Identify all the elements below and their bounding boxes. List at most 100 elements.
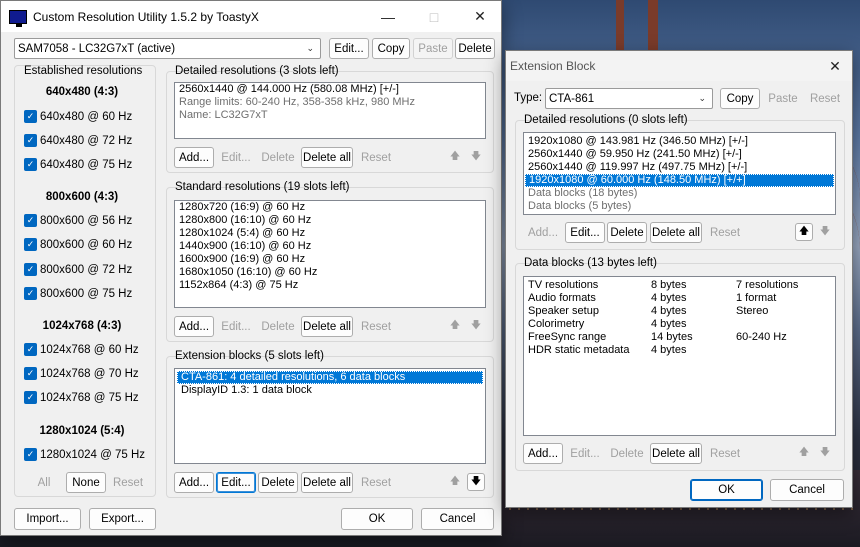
list-item[interactable]: Data blocks (18 bytes) (524, 187, 835, 200)
datablocks-delete-all-button[interactable]: Delete all (650, 443, 702, 464)
group-heading: 800x600 (4:3) (45, 191, 119, 203)
list-cell: 60-240 Hz (736, 331, 787, 343)
res-checkbox-1024x768-75[interactable]: ✓ 1024x768 @ 75 Hz (24, 391, 139, 404)
res-checkbox-640x480-60[interactable]: ✓ 640x480 @ 60 Hz (24, 110, 132, 123)
move-up-icon[interactable]: 🡅 (446, 317, 464, 335)
move-down-icon[interactable]: 🡇 (816, 444, 834, 462)
extension-delete-button[interactable]: Delete (258, 472, 298, 493)
res-checkbox-1024x768-60[interactable]: ✓ 1024x768 @ 60 Hz (24, 343, 139, 356)
minimize-button[interactable]: — (365, 1, 411, 32)
ext-detailed-list[interactable]: 1920x1080 @ 143.981 Hz (346.50 MHz) [+/-… (523, 132, 836, 215)
established-none-button[interactable]: None (66, 472, 106, 493)
detailed-add-button[interactable]: Add... (174, 147, 214, 168)
list-item[interactable]: HDR static metadata (528, 344, 629, 357)
extension-delete-all-button[interactable]: Delete all (301, 472, 353, 493)
res-checkbox-640x480-72[interactable]: ✓ 640x480 @ 72 Hz (24, 134, 132, 147)
datablocks-reset-button[interactable]: Reset (705, 443, 745, 464)
detailed-list[interactable]: 2560x1440 @ 144.000 Hz (580.08 MHz) [+/-… (174, 82, 486, 139)
list-item[interactable]: Colorimetry (528, 318, 629, 331)
standard-edit-button[interactable]: Edit... (217, 316, 255, 337)
list-item[interactable]: 1440x900 (16:10) @ 60 Hz (175, 240, 485, 253)
res-checkbox-800x600-60[interactable]: ✓ 800x600 @ 60 Hz (24, 238, 132, 251)
list-item[interactable]: 1920x1080 @ 143.981 Hz (346.50 MHz) [+/-… (524, 135, 835, 148)
move-up-icon[interactable]: 🡅 (795, 223, 813, 241)
detailed-reset-button[interactable]: Reset (356, 147, 396, 168)
maximize-button[interactable]: □ (411, 1, 457, 32)
standard-add-button[interactable]: Add... (174, 316, 214, 337)
monitor-delete-button[interactable]: Delete (455, 38, 495, 59)
list-item[interactable]: TV resolutions (528, 279, 629, 292)
datablocks-edit-button[interactable]: Edit... (565, 443, 605, 464)
established-reset-button[interactable]: Reset (109, 472, 147, 493)
monitor-copy-button[interactable]: Copy (372, 38, 410, 59)
move-up-icon[interactable]: 🡅 (446, 148, 464, 166)
list-item[interactable]: 1280x1024 (5:4) @ 60 Hz (175, 227, 485, 240)
export-button[interactable]: Export... (89, 508, 156, 530)
list-item[interactable]: 1280x800 (16:10) @ 60 Hz (175, 214, 485, 227)
extension-reset-button[interactable]: Reset (356, 472, 396, 493)
res-checkbox-640x480-75[interactable]: ✓ 640x480 @ 75 Hz (24, 158, 132, 171)
close-button[interactable]: ✕ (457, 1, 503, 32)
extension-edit-button[interactable]: Edit... (216, 472, 256, 493)
list-item[interactable]: Speaker setup (528, 305, 629, 318)
type-copy-button[interactable]: Copy (720, 88, 760, 109)
res-checkbox-800x600-56[interactable]: ✓ 800x600 @ 56 Hz (24, 214, 132, 227)
move-up-icon[interactable]: 🡅 (795, 444, 813, 462)
move-down-icon[interactable]: 🡇 (467, 148, 485, 166)
move-down-icon[interactable]: 🡇 (467, 473, 485, 491)
res-checkbox-1024x768-70[interactable]: ✓ 1024x768 @ 70 Hz (24, 367, 139, 380)
datablocks-list[interactable]: TV resolutions Audio formats Speaker set… (523, 276, 836, 436)
standard-delete-button[interactable]: Delete (258, 316, 298, 337)
ext-detailed-delete-button[interactable]: Delete (607, 222, 647, 243)
import-button[interactable]: Import... (14, 508, 81, 530)
list-item[interactable]: 1600x900 (16:9) @ 60 Hz (175, 253, 485, 266)
list-item[interactable]: 2560x1440 @ 144.000 Hz (580.08 MHz) [+/-… (175, 83, 485, 96)
datablocks-add-button[interactable]: Add... (523, 443, 563, 464)
move-down-icon[interactable]: 🡇 (467, 317, 485, 335)
res-checkbox-1280x1024-75[interactable]: ✓ 1280x1024 @ 75 Hz (24, 448, 145, 461)
move-up-icon[interactable]: 🡅 (446, 473, 464, 491)
list-item[interactable]: Data blocks (5 bytes) (524, 200, 835, 213)
list-item[interactable]: 1680x1050 (16:10) @ 60 Hz (175, 266, 485, 279)
res-checkbox-800x600-75[interactable]: ✓ 800x600 @ 75 Hz (24, 287, 132, 300)
detailed-delete-all-button[interactable]: Delete all (301, 147, 353, 168)
list-item[interactable]: 2560x1440 @ 59.950 Hz (241.50 MHz) [+/-] (524, 148, 835, 161)
ext-detailed-add-button[interactable]: Add... (523, 222, 563, 243)
list-item[interactable]: Audio formats (528, 292, 629, 305)
list-item[interactable]: 1920x1080 @ 60.000 Hz (148.50 MHz) [+/+] (525, 174, 834, 187)
ok-button[interactable]: OK (341, 508, 413, 530)
close-button[interactable]: ✕ (819, 51, 851, 81)
list-item[interactable]: CTA-861: 4 detailed resolutions, 6 data … (177, 371, 483, 384)
type-select-value: CTA-861 (549, 92, 595, 105)
extension-list[interactable]: CTA-861: 4 detailed resolutions, 6 data … (174, 368, 486, 464)
type-paste-button[interactable]: Paste (763, 88, 803, 109)
list-item[interactable]: Name: LC32G7xT (175, 109, 485, 122)
monitor-select[interactable]: SAM7058 - LC32G7xT (active) ⌄ (14, 38, 321, 59)
monitor-paste-button[interactable]: Paste (413, 38, 453, 59)
list-item[interactable]: FreeSync range (528, 331, 629, 344)
monitor-edit-button[interactable]: Edit... (329, 38, 369, 59)
ext-cancel-button[interactable]: Cancel (770, 479, 844, 501)
ext-ok-button[interactable]: OK (690, 479, 763, 501)
type-reset-button[interactable]: Reset (805, 88, 845, 109)
detailed-delete-button[interactable]: Delete (258, 147, 298, 168)
ext-detailed-delete-all-button[interactable]: Delete all (650, 222, 702, 243)
list-item[interactable]: 1280x720 (16:9) @ 60 Hz (175, 201, 485, 214)
move-down-icon[interactable]: 🡇 (816, 223, 834, 241)
ext-detailed-edit-button[interactable]: Edit... (565, 222, 605, 243)
ext-detailed-reset-button[interactable]: Reset (705, 222, 745, 243)
list-item[interactable]: DisplayID 1.3: 1 data block (177, 384, 485, 397)
list-item[interactable]: 1152x864 (4:3) @ 75 Hz (175, 279, 485, 292)
detailed-edit-button[interactable]: Edit... (217, 147, 255, 168)
list-item[interactable]: Range limits: 60-240 Hz, 358-358 kHz, 98… (175, 96, 485, 109)
standard-list[interactable]: 1280x720 (16:9) @ 60 Hz 1280x800 (16:10)… (174, 200, 486, 308)
established-all-button[interactable]: All (25, 472, 63, 493)
extension-add-button[interactable]: Add... (174, 472, 214, 493)
cancel-button[interactable]: Cancel (421, 508, 494, 530)
type-select[interactable]: CTA-861 ⌄ (545, 88, 713, 109)
list-item[interactable]: 2560x1440 @ 119.997 Hz (497.75 MHz) [+/-… (524, 161, 835, 174)
datablocks-delete-button[interactable]: Delete (607, 443, 647, 464)
standard-delete-all-button[interactable]: Delete all (301, 316, 353, 337)
standard-reset-button[interactable]: Reset (356, 316, 396, 337)
res-checkbox-800x600-72[interactable]: ✓ 800x600 @ 72 Hz (24, 263, 132, 276)
